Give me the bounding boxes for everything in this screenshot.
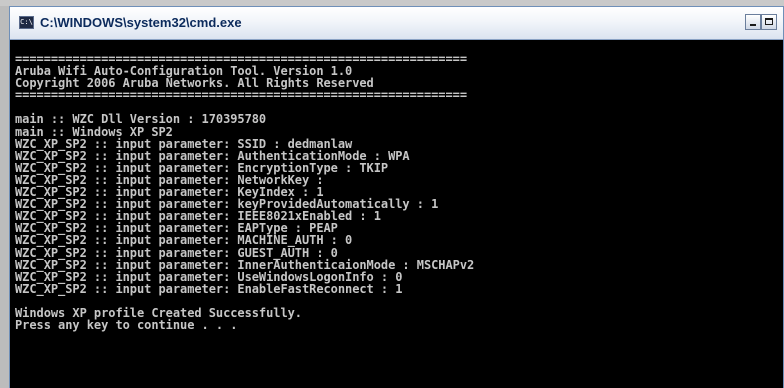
minimize-button[interactable]	[745, 14, 761, 30]
console-line: main :: Windows XP SP2	[15, 124, 173, 139]
console-line: WZC_XP_SP2 :: input parameter: GUEST_AUT…	[15, 245, 338, 260]
console-line: WZC_XP_SP2 :: input parameter: EnableFas…	[15, 281, 403, 296]
console-line: WZC_XP_SP2 :: input parameter: UseWindow…	[15, 269, 403, 284]
console-line: Press any key to continue . . .	[15, 318, 238, 333]
desktop-left-strip	[0, 6, 9, 388]
minimize-icon	[750, 24, 756, 26]
cmd-app-icon[interactable]: C:\	[19, 16, 34, 29]
window-title: C:\WINDOWS\system32\cmd.exe	[40, 15, 242, 30]
window-controls	[745, 14, 777, 30]
console-output[interactable]: ========================================…	[15, 53, 783, 388]
title-bar[interactable]: C:\ C:\WINDOWS\system32\cmd.exe	[10, 7, 783, 40]
console-line: WZC_XP_SP2 :: input parameter: MACHINE_A…	[15, 233, 353, 248]
cmd-window[interactable]: C:\ C:\WINDOWS\system32\cmd.exe ========…	[9, 6, 784, 388]
console-line: ========================================…	[15, 88, 468, 103]
console-line: WZC_XP_SP2 :: input parameter: InnerAuth…	[15, 257, 475, 272]
maximize-button[interactable]	[761, 14, 777, 30]
maximize-icon	[765, 18, 773, 25]
console-line: WZC_XP_SP2 :: input parameter: SSID : de…	[15, 136, 353, 151]
console-line: main :: WZC Dll Version : 170395780	[15, 112, 267, 127]
